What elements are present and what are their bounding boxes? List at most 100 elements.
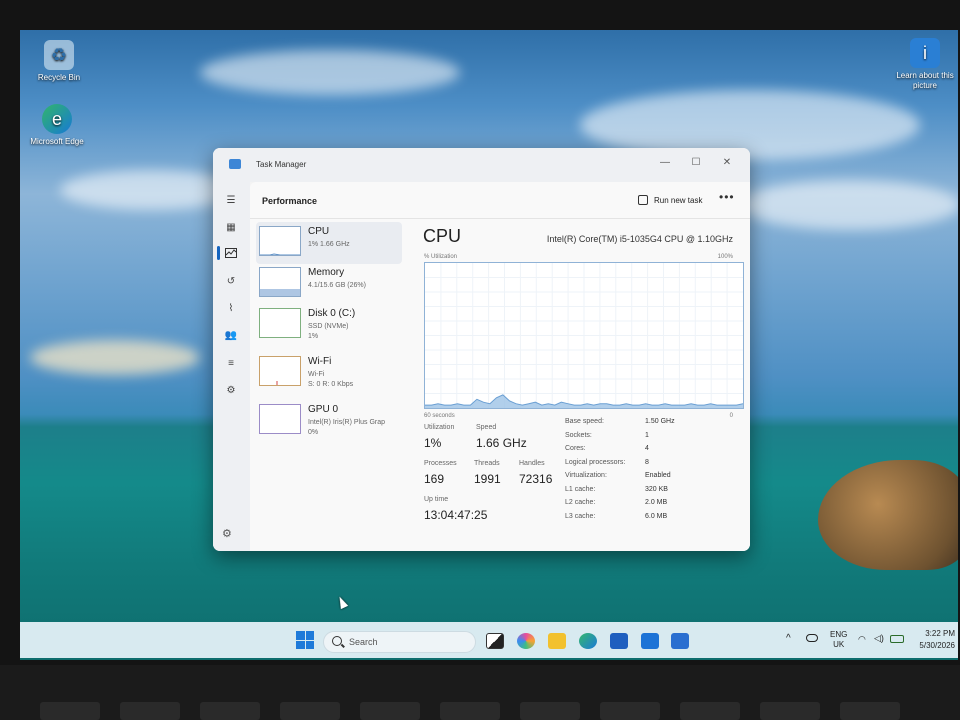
speed-value: 1.66 GHz	[476, 436, 527, 450]
uptime-label: Up time	[424, 496, 449, 503]
edge-icon[interactable]	[579, 633, 597, 649]
keyboard-key	[760, 702, 820, 720]
resource-item-cpu[interactable]: CPU 1% 1.66 GHz	[256, 222, 402, 264]
services-icon[interactable]: ⚙	[222, 381, 240, 399]
resource-detail: Wi-Fi	[308, 371, 325, 378]
run-new-task-label: Run new task	[654, 195, 703, 205]
resource-item-memory[interactable]: Memory 4.1/15.6 GB (26%)	[256, 263, 402, 305]
sky-cloud	[30, 340, 200, 375]
task-manager-app-icon	[229, 159, 241, 169]
taskbar-search[interactable]: Search	[323, 631, 476, 653]
keyboard-key	[520, 702, 580, 720]
memory-thumbnail-graph	[259, 267, 301, 297]
graph-y-label: % Utilization	[424, 254, 458, 260]
keyboard-key	[840, 702, 900, 720]
onedrive-icon[interactable]	[806, 634, 818, 642]
settings-icon[interactable]: ⚙	[222, 527, 232, 540]
nav-rail: ☰ ▦ ↺ ⌇ 👥 ≡ ⚙ ⚙	[213, 182, 250, 551]
details-icon[interactable]: ≡	[222, 354, 240, 372]
search-icon	[332, 636, 342, 646]
resource-item-disk[interactable]: Disk 0 (C:) SSD (NVMe) 1%	[256, 304, 402, 346]
edge-shortcut[interactable]: e Microsoft Edge	[26, 104, 88, 147]
resource-name: GPU 0	[308, 404, 339, 415]
chevron-up-icon[interactable]: ^	[786, 633, 791, 644]
resource-detail-secondary: S: 0 R: 0 Kbps	[308, 381, 354, 388]
keyboard-key	[280, 702, 340, 720]
resource-detail-secondary: 1%	[308, 333, 319, 340]
more-options-button[interactable]: •••	[719, 190, 735, 204]
language-indicator[interactable]: ENG UK	[830, 630, 847, 650]
hamburger-menu-icon[interactable]: ☰	[222, 191, 240, 209]
spec-value: 8	[645, 458, 649, 466]
learn-about-picture-shortcut[interactable]: i Learn about this picture	[894, 38, 956, 91]
sky-cloud	[740, 180, 958, 230]
title-bar[interactable]: Task Manager — ☐ ✕	[213, 148, 750, 182]
learn-about-picture-label: Learn about this picture	[896, 71, 954, 90]
processes-label: Processes	[424, 460, 457, 467]
keyboard-key	[200, 702, 260, 720]
maximize-button[interactable]: ☐	[682, 153, 710, 171]
gpu-thumbnail-graph	[259, 404, 301, 434]
graph-x-label: 60 seconds	[424, 413, 455, 419]
resource-name: Wi-Fi	[308, 356, 332, 367]
graph-y-max: 100%	[717, 254, 733, 260]
task-view-icon[interactable]	[486, 633, 504, 649]
outlook-icon[interactable]	[641, 633, 659, 649]
edge-label: Microsoft Edge	[30, 137, 84, 146]
windows-logo-icon	[305, 640, 314, 649]
task-manager-icon[interactable]	[671, 633, 689, 649]
speed-label: Speed	[476, 424, 497, 431]
clock-date: 5/30/2026	[919, 641, 955, 650]
windows-logo-icon	[305, 631, 314, 640]
spec-label: Cores:	[565, 445, 586, 452]
close-button[interactable]: ✕	[713, 153, 741, 171]
app-history-icon[interactable]: ↺	[222, 272, 240, 290]
spec-value: 2.0 MB	[645, 499, 668, 506]
header-divider	[250, 218, 750, 219]
startup-apps-icon[interactable]: ⌇	[222, 299, 240, 317]
spec-label: Sockets:	[565, 431, 592, 439]
resource-detail-secondary: 0%	[308, 429, 319, 436]
recycle-bin-shortcut[interactable]: ♻ Recycle Bin	[28, 40, 90, 83]
utilization-label: Utilization	[424, 424, 455, 431]
copilot-icon[interactable]	[517, 633, 535, 649]
performance-icon[interactable]	[222, 244, 240, 262]
resource-item-wifi[interactable]: Wi-Fi Wi-Fi S: 0 R: 0 Kbps	[256, 352, 402, 394]
resource-detail: 4.1/15.6 GB (26%)	[308, 282, 366, 289]
resource-detail: 1% 1.66 GHz	[308, 241, 350, 248]
photo-bezel: ♻ Recycle Bin e Microsoft Edge i Learn a…	[0, 0, 960, 720]
cpu-utilization-graph	[424, 262, 744, 409]
recycle-bin-icon: ♻	[44, 40, 74, 70]
resource-name: Memory	[308, 267, 345, 278]
processes-icon[interactable]: ▦	[222, 218, 240, 236]
utilization-value: 1%	[424, 436, 442, 450]
store-icon[interactable]	[610, 633, 628, 649]
battery-icon[interactable]	[890, 635, 904, 643]
language-code: ENG	[830, 630, 848, 639]
spec-label: Base speed:	[565, 418, 604, 425]
edge-icon: e	[42, 104, 72, 134]
resource-detail: SSD (NVMe)	[308, 323, 349, 330]
windows-logo-icon	[296, 631, 305, 640]
clock[interactable]: 3:22 PM 5/30/2026	[913, 628, 955, 652]
run-new-task-button[interactable]: Run new task	[634, 192, 706, 208]
resource-item-gpu[interactable]: GPU 0 Intel(R) Iris(R) Plus Grap 0%	[256, 400, 402, 442]
spec-value: 1.50 GHz	[645, 418, 675, 425]
users-icon[interactable]: 👥	[222, 326, 240, 344]
clock-time: 3:22 PM	[925, 629, 955, 638]
keyboard-key	[120, 702, 180, 720]
file-explorer-icon[interactable]	[548, 633, 566, 649]
keyboard-key	[600, 702, 660, 720]
cpu-thumbnail-graph	[259, 226, 301, 256]
search-placeholder: Search	[349, 637, 378, 647]
wifi-icon[interactable]: ◠	[858, 634, 866, 645]
windows-logo-icon	[296, 640, 305, 649]
page-title: Performance	[262, 196, 318, 206]
keyboard-key	[680, 702, 740, 720]
spec-label: Logical processors:	[565, 458, 626, 466]
start-button[interactable]	[296, 631, 314, 649]
nav-active-indicator	[217, 246, 220, 260]
minimize-button[interactable]: —	[651, 153, 679, 171]
spec-value: 1	[645, 431, 649, 439]
volume-icon[interactable]: ◁)	[874, 633, 884, 644]
